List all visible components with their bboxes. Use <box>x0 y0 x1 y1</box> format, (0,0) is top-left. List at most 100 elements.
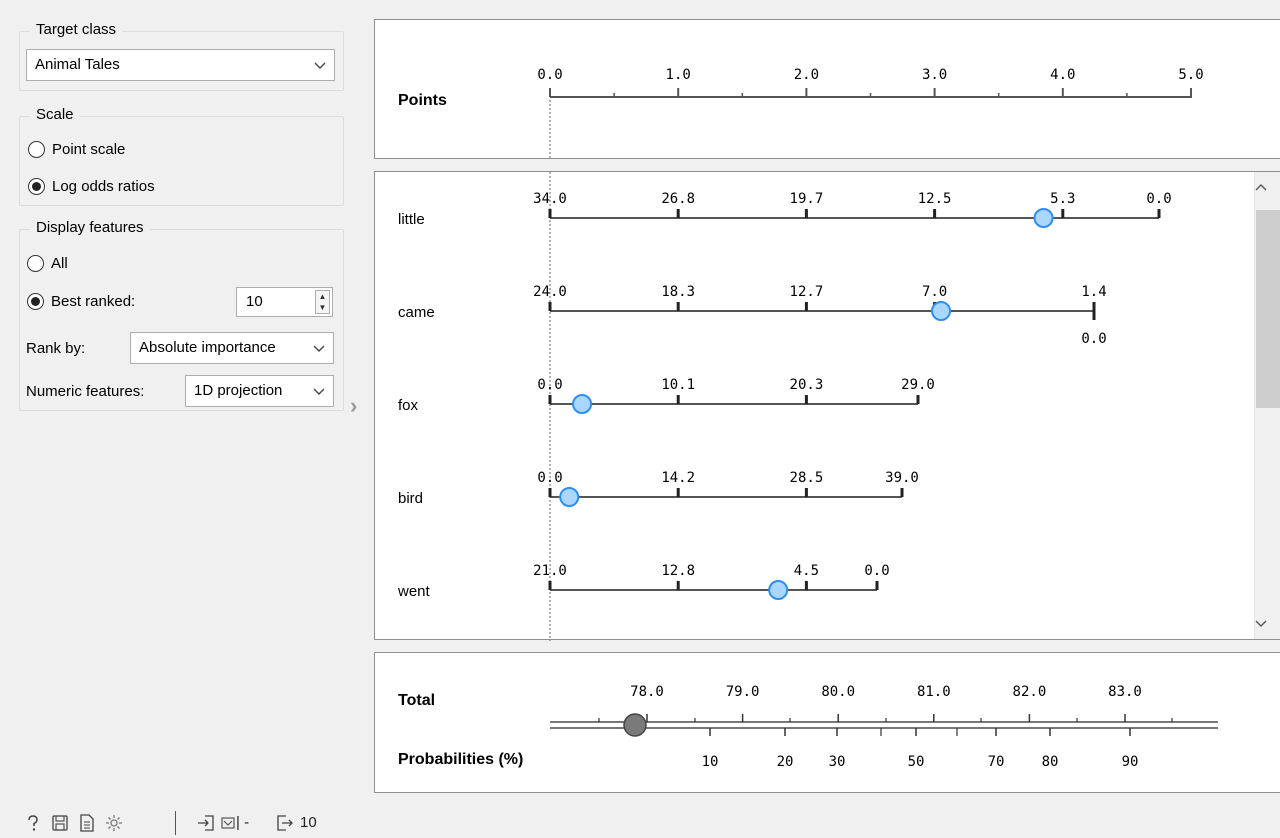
probability-tick-label: 50 <box>908 754 925 770</box>
output-icon[interactable] <box>276 814 294 832</box>
feature-tick-label: 0.0 <box>537 470 562 486</box>
feature-row-fox: fox 0.0 10.1 20.3 29.0 <box>398 377 935 414</box>
feature-tick-label: 29.0 <box>901 377 935 393</box>
output-count: 10 <box>300 814 317 831</box>
probability-tick-label: 10 <box>702 754 719 770</box>
input-status-value: - <box>244 814 250 831</box>
radio-button-checked[interactable] <box>27 292 44 310</box>
feature-tick-label: 10.1 <box>661 377 695 393</box>
feature-value-marker[interactable] <box>559 487 580 507</box>
target-class-title: Target class <box>30 21 123 38</box>
best-ranked-value: 10 <box>246 293 263 310</box>
feature-tick-label: 34.0 <box>533 191 567 207</box>
points-tick-label: 2.0 <box>794 67 819 83</box>
scroll-up-icon[interactable] <box>1255 176 1280 200</box>
rank-by-select[interactable]: Absolute importance <box>130 332 334 364</box>
total-tick-label: 81.0 <box>917 684 951 700</box>
probability-tick-label: 30 <box>829 754 846 770</box>
total-panel: Total Probabilities (%) 78.0 79.0 80.0 81.0… <box>374 652 1280 793</box>
feature-tick-label: 7.0 <box>922 284 947 300</box>
collapse-panel-icon[interactable]: › <box>350 393 357 419</box>
feature-value-marker[interactable] <box>572 394 593 414</box>
rank-by-value: Absolute importance <box>139 339 276 356</box>
feature-tick-label: 0.0 <box>1146 191 1171 207</box>
features-scrollbar[interactable] <box>1254 172 1280 639</box>
feature-tick-label: 14.2 <box>661 470 695 486</box>
total-label: Total <box>398 692 435 709</box>
points-ticks: 0.0 1.0 2.0 3.0 4.0 5.0 <box>537 67 1204 97</box>
radio-button-checked[interactable] <box>28 177 45 195</box>
all-radio[interactable]: All <box>27 253 68 275</box>
feature-tick-label: 1.4 <box>1081 284 1106 300</box>
feature-row-little: little 34.0 26.8 19.7 12.5 5.3 0.0 <box>398 191 1172 228</box>
input-status-text: | - <box>236 814 250 831</box>
feature-value-marker[interactable] <box>1033 208 1054 228</box>
status-bar: | - 10 <box>0 806 360 838</box>
feature-end-label: 0.0 <box>1081 331 1106 347</box>
chevron-down-icon <box>314 50 326 80</box>
points-label: Points <box>398 92 447 109</box>
save-icon[interactable] <box>51 814 69 832</box>
point-scale-label: Point scale <box>52 141 126 158</box>
probabilities-label: Probabilities (%) <box>398 751 523 768</box>
help-icon[interactable] <box>24 814 42 832</box>
spin-up-icon[interactable]: ▲ <box>316 291 329 302</box>
status-separator <box>175 811 176 835</box>
log-odds-radio[interactable]: Log odds ratios <box>28 176 155 198</box>
feature-row-bird: bird 0.0 14.2 28.5 39.0 <box>398 470 919 507</box>
feature-tick-label: 28.5 <box>790 470 824 486</box>
display-features-title: Display features <box>30 219 150 236</box>
point-scale-radio[interactable]: Point scale <box>28 139 125 161</box>
points-tick-label: 1.0 <box>666 67 691 83</box>
radio-button[interactable] <box>27 254 44 272</box>
features-panel: little 34.0 26.8 19.7 12.5 5.3 0.0 came 24.0 18.3… <box>374 171 1280 641</box>
feature-tick-label: 4.5 <box>794 563 819 579</box>
control-panel: Target class Animal Tales Scale Point sc… <box>0 0 357 838</box>
rank-by-label: Rank by: <box>26 340 86 357</box>
feature-name: little <box>398 211 425 228</box>
radio-button[interactable] <box>28 140 45 158</box>
best-ranked-label: Best ranked: <box>51 293 136 310</box>
settings-icon[interactable] <box>105 814 123 832</box>
feature-tick-label: 5.3 <box>1050 191 1075 207</box>
probability-tick-label: 70 <box>988 754 1005 770</box>
numeric-features-label: Numeric features: <box>26 383 145 400</box>
feature-value-marker[interactable] <box>931 301 952 321</box>
feature-tick-label: 39.0 <box>885 470 919 486</box>
best-ranked-radio[interactable]: Best ranked: <box>27 291 135 313</box>
points-axis-svg: Points 0.0 1.0 2.0 3.0 4.0 5.0 <box>398 67 1204 160</box>
feature-tick-label: 26.8 <box>661 191 695 207</box>
total-axis-svg: Total Probabilities (%) 78.0 79.0 80.0 81.0… <box>398 684 1218 770</box>
feature-tick-label: 0.0 <box>864 563 889 579</box>
points-panel: Points 0.0 1.0 2.0 3.0 4.0 5.0 <box>374 19 1280 160</box>
feature-row-came: came 24.0 18.3 12.7 7.0 1.4 0.0 <box>398 284 1107 347</box>
input-icon[interactable] <box>197 814 215 832</box>
spin-down-icon[interactable]: ▼ <box>316 302 329 313</box>
best-ranked-spinbox[interactable]: 10 ▲ ▼ <box>236 287 333 317</box>
feature-tick-label: 18.3 <box>661 284 695 300</box>
chevron-down-icon <box>313 376 325 406</box>
feature-name: bird <box>398 490 423 507</box>
probability-tick-label: 20 <box>777 754 794 770</box>
feature-value-marker[interactable] <box>768 580 789 600</box>
total-value-marker[interactable] <box>623 713 647 737</box>
feature-tick-label: 12.7 <box>790 284 824 300</box>
report-icon[interactable] <box>78 814 96 832</box>
numeric-features-value: 1D projection <box>194 382 283 399</box>
target-class-value: Animal Tales <box>35 56 120 73</box>
scrollbar-thumb[interactable] <box>1256 210 1280 408</box>
feature-tick-label: 0.0 <box>537 377 562 393</box>
all-label: All <box>51 255 68 272</box>
total-tick-label: 78.0 <box>630 684 664 700</box>
feature-tick-label: 12.8 <box>661 563 695 579</box>
target-class-group: Target class Animal Tales <box>19 21 344 91</box>
probability-tick-label: 80 <box>1042 754 1059 770</box>
spin-buttons[interactable]: ▲ ▼ <box>315 290 330 314</box>
data-table-icon[interactable] <box>219 814 237 832</box>
scroll-down-icon[interactable] <box>1255 611 1280 635</box>
numeric-features-select[interactable]: 1D projection <box>185 375 334 407</box>
probability-tick-label: 90 <box>1122 754 1139 770</box>
target-class-select[interactable]: Animal Tales <box>26 49 335 81</box>
feature-tick-label: 24.0 <box>533 284 567 300</box>
feature-tick-label: 20.3 <box>790 377 824 393</box>
